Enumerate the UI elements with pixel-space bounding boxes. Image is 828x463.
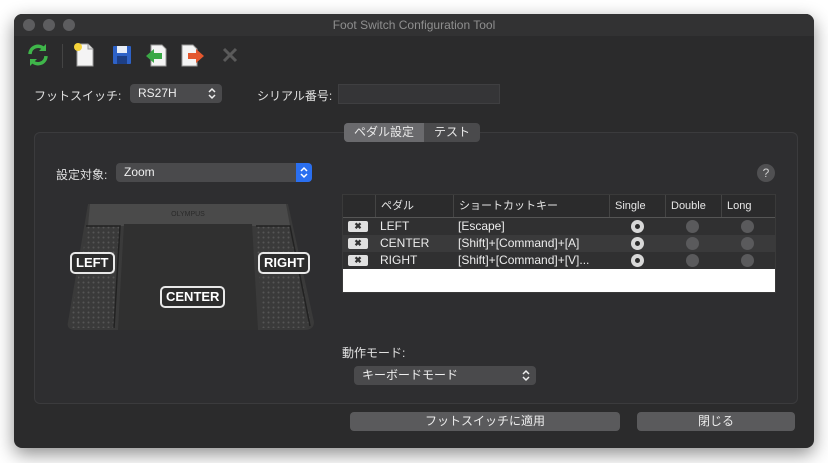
toolbar-separator xyxy=(62,44,63,68)
row-pedal: RIGHT xyxy=(380,253,418,267)
radio-long[interactable] xyxy=(741,254,754,267)
radio-single[interactable] xyxy=(631,254,644,267)
foot-pedal-image: OLYMPUS LEFT RIGHT CENTER xyxy=(66,200,316,334)
radio-long[interactable] xyxy=(741,220,754,233)
header-blank xyxy=(343,195,375,217)
close-x-icon[interactable] xyxy=(216,41,244,69)
tab-pedal-settings[interactable]: ペダル設定 xyxy=(344,123,425,142)
shortcut-table: ペダル ショートカットキー Single Double Long ✖ LEFT … xyxy=(342,194,776,293)
clear-icon[interactable]: ✖ xyxy=(348,255,368,266)
header-pedal: ペダル xyxy=(375,195,453,217)
serial-number-field xyxy=(338,84,500,104)
help-button[interactable]: ? xyxy=(757,164,775,182)
header-single: Single xyxy=(609,195,665,217)
serial-number-label: シリアル番号: xyxy=(257,89,333,103)
save-icon[interactable] xyxy=(108,41,136,69)
header-shortcut: ショートカットキー xyxy=(453,195,609,217)
toolbar xyxy=(14,38,814,72)
new-file-icon[interactable] xyxy=(70,41,98,69)
radio-single[interactable] xyxy=(631,237,644,250)
table-header: ペダル ショートカットキー Single Double Long xyxy=(343,195,775,218)
clear-icon[interactable]: ✖ xyxy=(348,238,368,249)
foot-switch-label: フットスイッチ: xyxy=(34,89,122,103)
radio-double[interactable] xyxy=(686,220,699,233)
row-pedal: CENTER xyxy=(380,236,430,250)
pedal-left-label[interactable]: LEFT xyxy=(70,252,115,274)
zoom-window-button[interactable] xyxy=(63,19,75,31)
target-value: Zoom xyxy=(124,165,155,179)
foot-switch-value: RS27H xyxy=(138,86,177,100)
title-bar: Foot Switch Configuration Tool xyxy=(14,14,814,36)
main-window: Foot Switch Configuration Tool フットスイッチ: … xyxy=(14,14,814,448)
radio-long[interactable] xyxy=(741,237,754,250)
window-title: Foot Switch Configuration Tool xyxy=(332,18,496,32)
table-row[interactable]: ✖ RIGHT [Shift]+[Command]+[V]... xyxy=(343,252,775,269)
brand-text: OLYMPUS xyxy=(171,211,205,218)
operation-mode-label: 動作モード: xyxy=(342,346,406,360)
target-label: 設定対象: xyxy=(56,168,108,182)
pedal-center-label[interactable]: CENTER xyxy=(160,286,226,308)
window-controls xyxy=(23,19,75,31)
refresh-icon[interactable] xyxy=(24,41,52,69)
close-window-button[interactable] xyxy=(23,19,35,31)
close-button[interactable]: 閉じる xyxy=(637,412,795,431)
tab-test[interactable]: テスト xyxy=(424,123,480,142)
export-icon[interactable] xyxy=(178,41,206,69)
row-shortcut: [Shift]+[Command]+[A] xyxy=(458,236,580,250)
apply-button[interactable]: フットスイッチに適用 xyxy=(350,412,620,431)
header-long: Long xyxy=(721,195,775,217)
tab-control: ペダル設定 テスト xyxy=(344,123,481,142)
table-row[interactable]: ✖ LEFT [Escape] xyxy=(343,218,775,235)
header-double: Double xyxy=(665,195,721,217)
row-pedal: LEFT xyxy=(380,219,410,233)
import-icon[interactable] xyxy=(142,41,170,69)
operation-mode-select[interactable]: キーボードモード xyxy=(354,366,536,385)
chevron-updown-icon xyxy=(522,369,530,382)
foot-switch-select[interactable]: RS27H xyxy=(130,84,222,103)
operation-mode-value: キーボードモード xyxy=(362,368,459,382)
chevron-updown-icon xyxy=(208,87,216,100)
radio-single[interactable] xyxy=(631,220,644,233)
row-shortcut: [Escape] xyxy=(458,219,505,233)
radio-double[interactable] xyxy=(686,254,699,267)
table-row[interactable]: ✖ CENTER [Shift]+[Command]+[A] xyxy=(343,235,775,252)
clear-icon[interactable]: ✖ xyxy=(348,221,368,232)
target-select[interactable]: Zoom xyxy=(116,163,312,182)
radio-double[interactable] xyxy=(686,237,699,250)
pedal-right-label[interactable]: RIGHT xyxy=(258,252,311,274)
chevron-updown-icon xyxy=(296,163,312,182)
minimize-window-button[interactable] xyxy=(43,19,55,31)
row-shortcut: [Shift]+[Command]+[V]... xyxy=(458,253,590,267)
